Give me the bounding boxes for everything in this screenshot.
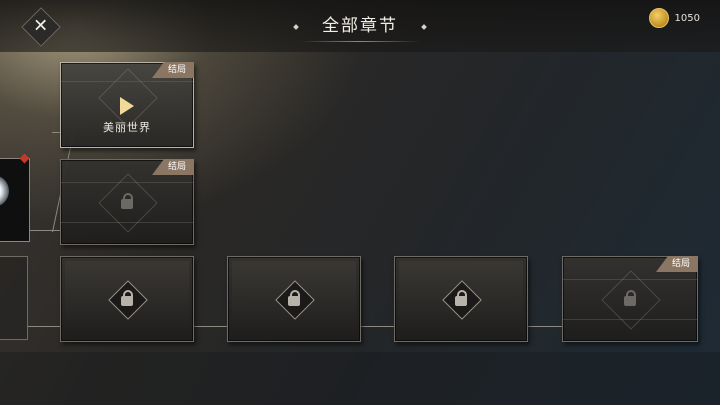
chapter-card[interactable] xyxy=(227,256,361,342)
title-underline xyxy=(300,41,420,42)
timeline-connector xyxy=(527,326,562,327)
partial-chapter-card[interactable] xyxy=(0,256,28,340)
lock-icon xyxy=(624,290,636,306)
gold-coin-icon xyxy=(648,8,669,28)
ending-badge: 结局 xyxy=(655,256,698,272)
start-chapter-node[interactable] xyxy=(0,158,30,242)
chapter-card[interactable] xyxy=(60,256,194,342)
light-orb-icon xyxy=(0,175,9,207)
close-icon: ✕ xyxy=(33,16,49,37)
timeline-connector xyxy=(360,326,394,327)
branch-connector-mid xyxy=(28,230,60,231)
bottom-band xyxy=(0,352,720,405)
chapter-card[interactable]: 结局 xyxy=(60,159,194,245)
lock-icon xyxy=(455,290,467,306)
chapter-card[interactable]: 结局 美丽世界 xyxy=(60,62,194,148)
currency-value: 1050 xyxy=(674,12,700,24)
timeline-connector xyxy=(26,326,60,327)
page-title-container: 全部章节 xyxy=(290,10,430,42)
play-icon xyxy=(120,97,134,115)
ending-badge: 结局 xyxy=(151,62,194,78)
timeline-connector xyxy=(193,326,227,327)
chapter-card[interactable]: 结局 xyxy=(562,256,698,342)
branch-connector-top xyxy=(52,132,60,133)
lock-icon xyxy=(121,290,133,306)
page-title: 全部章节 xyxy=(322,16,398,36)
ending-badge: 结局 xyxy=(151,159,194,175)
currency-display: 1050 xyxy=(648,8,700,28)
chapter-title: 美丽世界 xyxy=(103,121,151,134)
lock-icon xyxy=(288,290,300,306)
chapter-card[interactable] xyxy=(394,256,528,342)
lock-icon xyxy=(121,193,133,209)
